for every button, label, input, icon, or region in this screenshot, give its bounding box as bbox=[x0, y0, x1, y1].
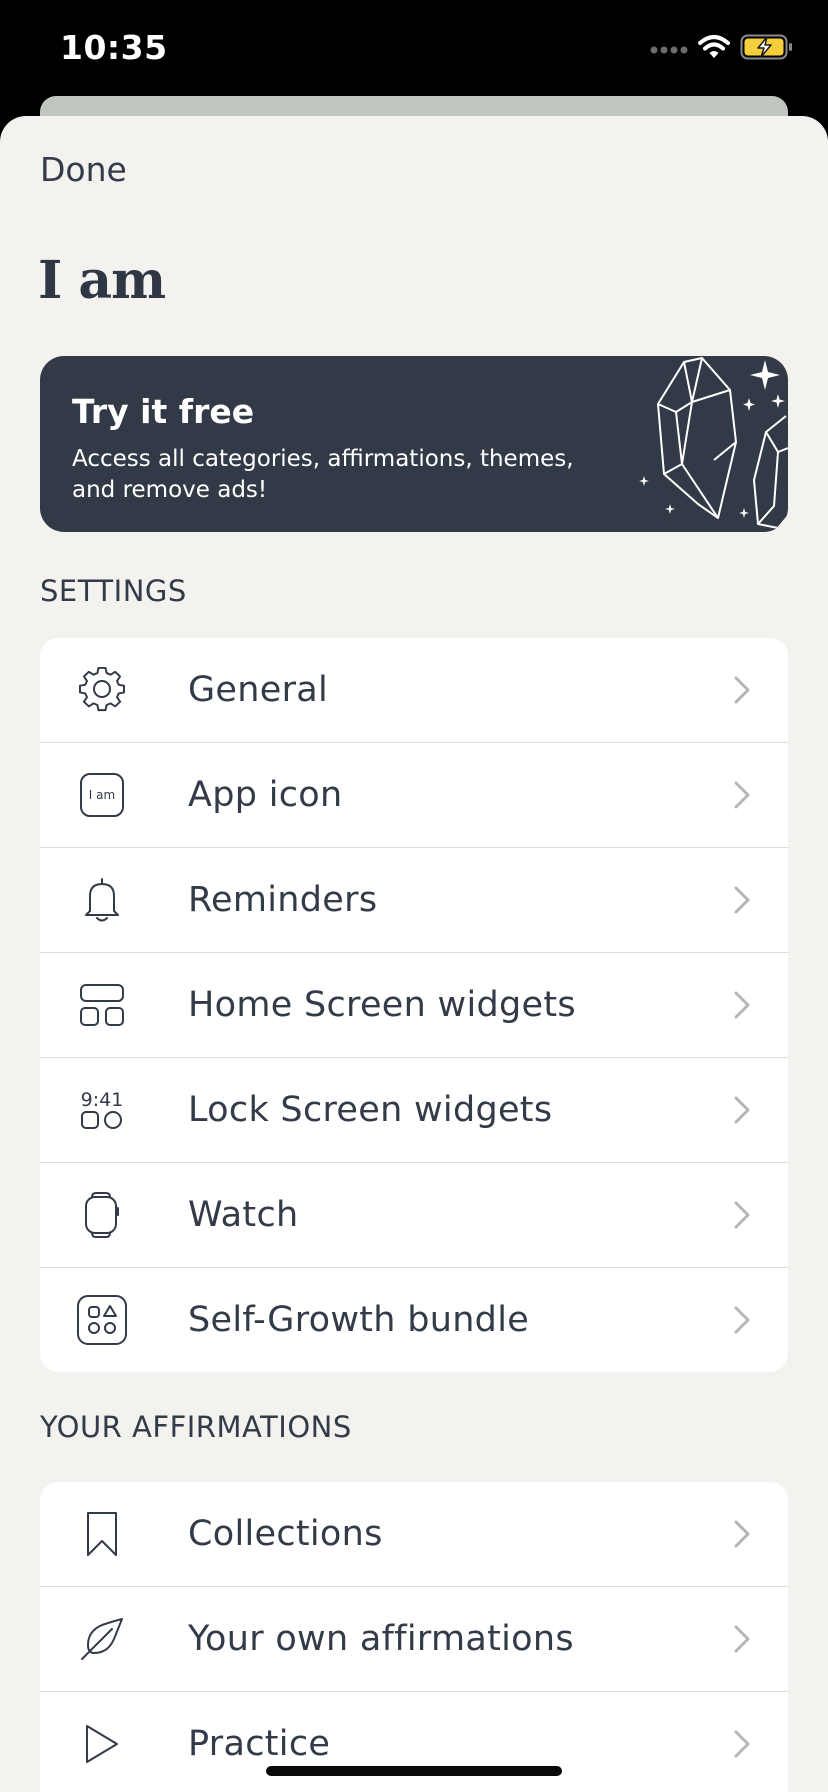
settings-list: General I am App icon Reminders Home Scr… bbox=[40, 638, 788, 1372]
status-bar: 10:35 bbox=[0, 0, 828, 100]
status-time: 10:35 bbox=[60, 28, 168, 67]
chevron-right-icon bbox=[734, 676, 750, 704]
settings-item-reminders[interactable]: Reminders bbox=[40, 847, 788, 952]
chevron-right-icon bbox=[734, 1625, 750, 1653]
settings-item-watch[interactable]: Watch bbox=[40, 1162, 788, 1267]
cellular-signal-icon bbox=[650, 40, 688, 59]
affirmations-item-practice[interactable]: Practice bbox=[40, 1691, 788, 1792]
settings-item-label: Self-Growth bundle bbox=[188, 1300, 530, 1340]
settings-item-lock-screen-widgets[interactable]: 9:41 Lock Screen widgets bbox=[40, 1057, 788, 1162]
app-icon-icon: I am bbox=[74, 767, 130, 823]
chevron-right-icon bbox=[734, 991, 750, 1019]
chevron-right-icon bbox=[734, 1096, 750, 1124]
settings-item-home-screen-widgets[interactable]: Home Screen widgets bbox=[40, 952, 788, 1057]
battery-charging-icon bbox=[740, 34, 794, 64]
try-it-free-banner[interactable]: Try it free Access all categories, affir… bbox=[40, 356, 788, 532]
wifi-icon bbox=[698, 34, 730, 64]
promo-title: Try it free bbox=[72, 392, 255, 431]
chevron-right-icon bbox=[734, 886, 750, 914]
settings-item-label: Lock Screen widgets bbox=[188, 1090, 553, 1130]
chevron-right-icon bbox=[734, 1730, 750, 1758]
home-indicator[interactable] bbox=[266, 1766, 562, 1776]
play-icon bbox=[74, 1716, 130, 1772]
affirmations-item-label: Collections bbox=[188, 1514, 383, 1554]
affirmations-item-label: Practice bbox=[188, 1724, 331, 1764]
settings-section-label: SETTINGS bbox=[40, 574, 187, 608]
promo-subtitle: Access all categories, affirmations, the… bbox=[72, 446, 574, 503]
leaf-icon bbox=[74, 1611, 130, 1667]
affirmations-section-label: YOUR AFFIRMATIONS bbox=[40, 1410, 352, 1444]
crystal-illustration-icon bbox=[639, 357, 788, 529]
chevron-right-icon bbox=[734, 1520, 750, 1548]
settings-item-label: Home Screen widgets bbox=[188, 985, 576, 1025]
home-widgets-icon bbox=[74, 977, 130, 1033]
bell-icon bbox=[74, 872, 130, 928]
settings-item-self-growth-bundle[interactable]: Self-Growth bundle bbox=[40, 1267, 788, 1372]
affirmations-item-your-own[interactable]: Your own affirmations bbox=[40, 1586, 788, 1691]
affirmations-item-collections[interactable]: Collections bbox=[40, 1482, 788, 1586]
settings-item-label: Watch bbox=[188, 1195, 299, 1235]
chevron-right-icon bbox=[734, 1201, 750, 1229]
affirmations-item-label: Your own affirmations bbox=[188, 1619, 574, 1659]
settings-sheet: Done I am Try it free Access all categor… bbox=[0, 116, 828, 1792]
settings-item-label: Reminders bbox=[188, 880, 378, 920]
settings-item-label: App icon bbox=[188, 775, 343, 815]
settings-item-label: General bbox=[188, 670, 329, 710]
lock-widgets-icon: 9:41 bbox=[74, 1082, 130, 1138]
watch-icon bbox=[74, 1187, 130, 1243]
affirmations-list: Collections Your own affirmations Practi… bbox=[40, 1482, 788, 1792]
done-button[interactable]: Done bbox=[40, 150, 127, 189]
page-title: I am bbox=[38, 250, 166, 311]
chevron-right-icon bbox=[734, 1306, 750, 1334]
settings-item-general[interactable]: General bbox=[40, 638, 788, 742]
settings-item-app-icon[interactable]: I am App icon bbox=[40, 742, 788, 847]
bundle-icon bbox=[74, 1292, 130, 1348]
gear-icon bbox=[74, 662, 130, 718]
chevron-right-icon bbox=[734, 781, 750, 809]
bookmark-icon bbox=[74, 1506, 130, 1562]
status-icons bbox=[650, 34, 794, 64]
